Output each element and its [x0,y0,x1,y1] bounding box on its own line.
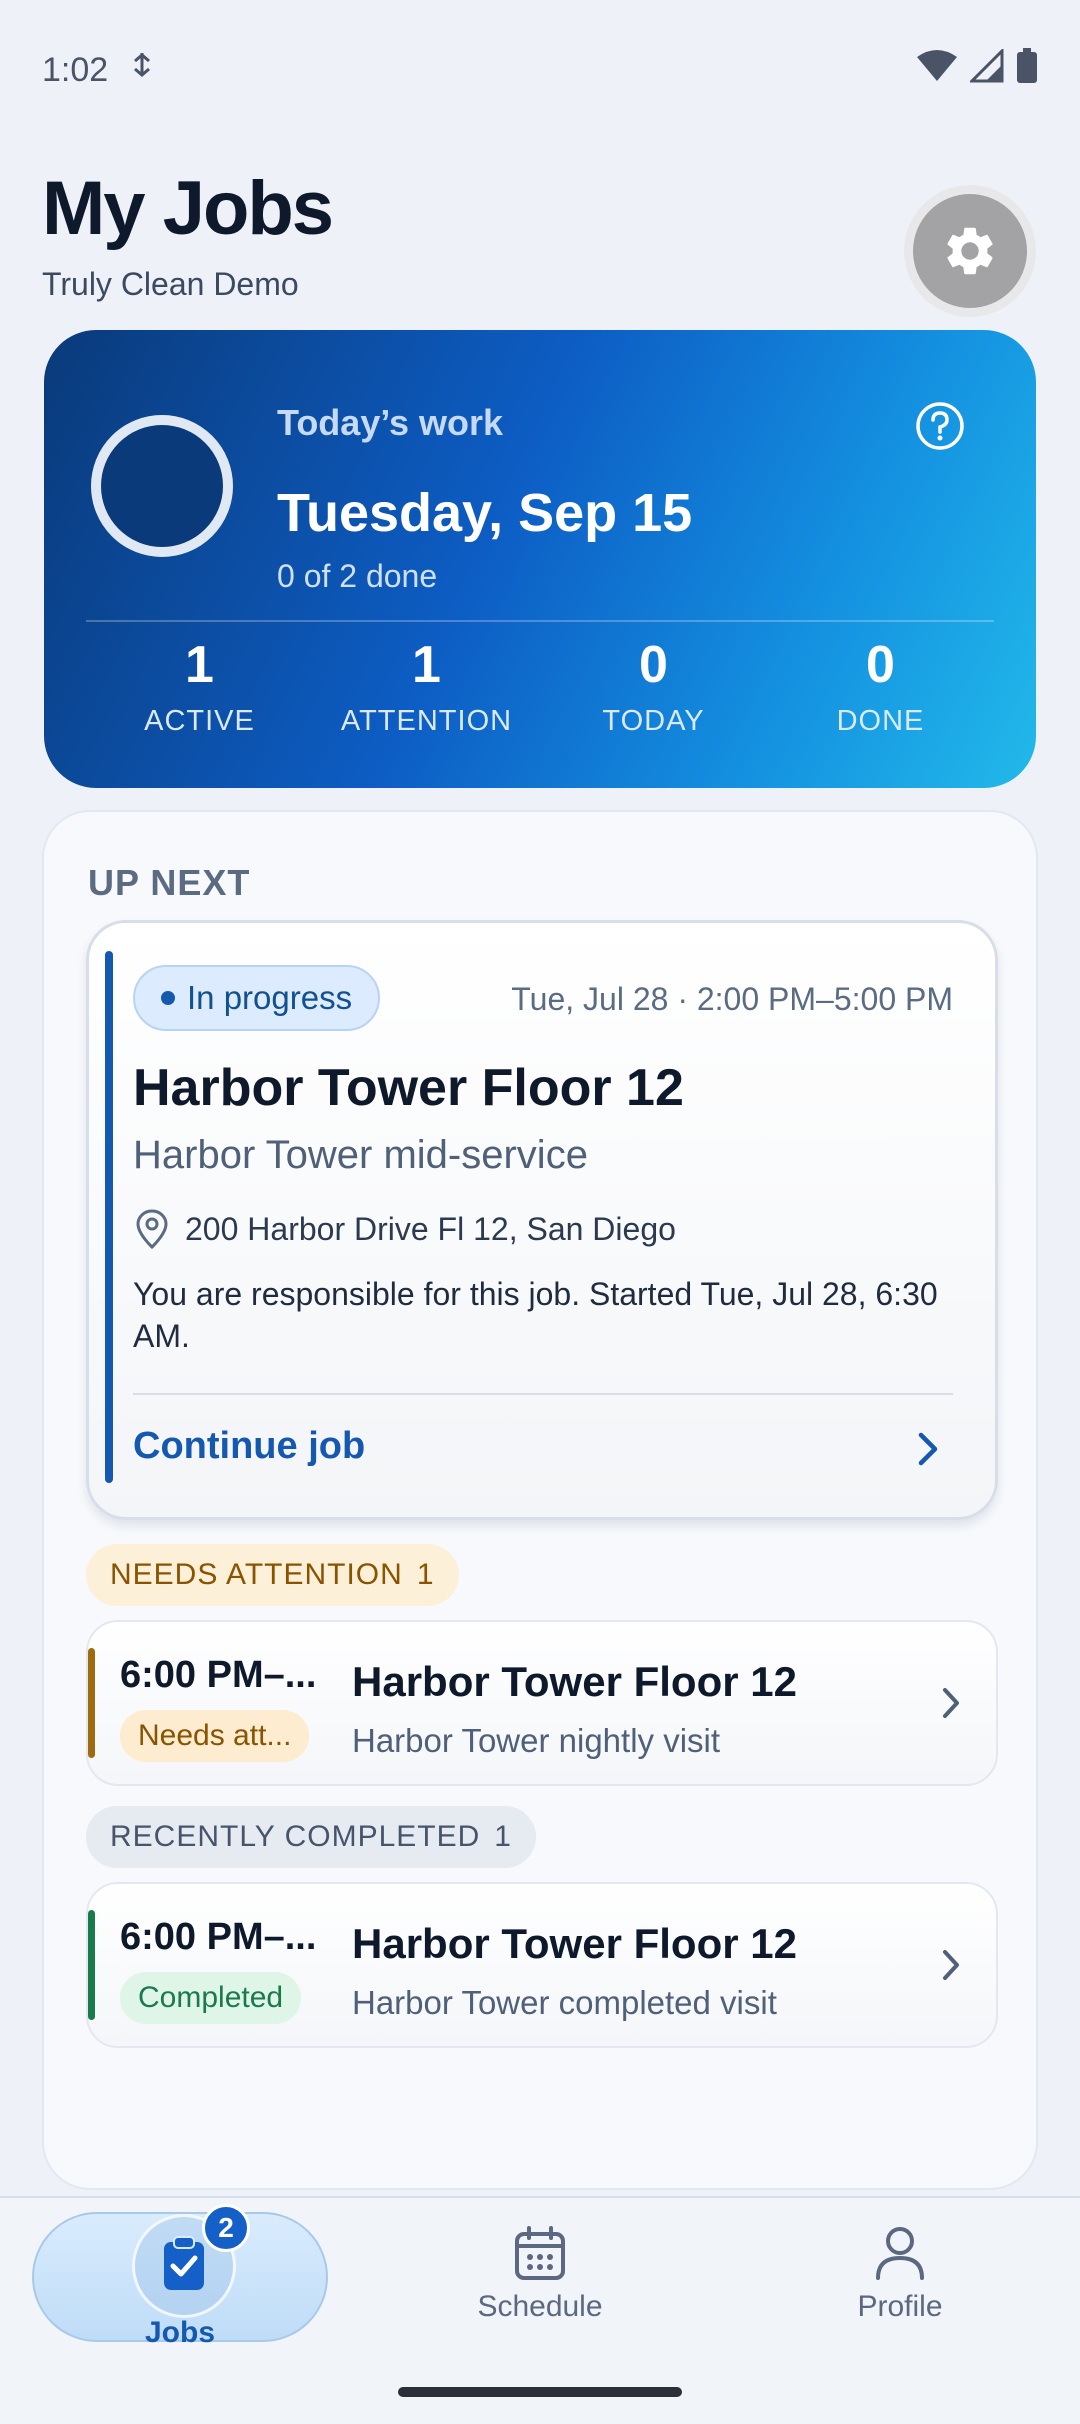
needs-attention-chip: NEEDS ATTENTION 1 [86,1544,459,1606]
stat-active: 1 ACTIVE [86,635,313,738]
up-next-title: UP NEXT [88,862,251,903]
nav-item-profile[interactable]: Profile [780,2224,1020,2324]
status-badge-label: In progress [187,979,353,1016]
jobs-count-badge: 2 [202,2204,250,2252]
completed-badge: Completed [120,1972,302,2024]
row-title: Harbor Tower Floor 12 [352,1920,797,1967]
attention-job-row[interactable]: 6:00 PM–... Needs att... Harbor Tower Fl… [86,1620,998,1786]
status-bar: 1:02 [0,0,1080,140]
stat-label: ACTIVE [144,705,255,737]
status-dot [161,991,175,1005]
stat-value: 1 [412,636,441,694]
today-stats: 1 ACTIVE 1 ATTENTION 0 TODAY 0 DONE [86,635,994,738]
stat-value: 0 [639,636,668,694]
chip-label: RECENTLY COMPLETED [110,1820,481,1853]
usb-debug-icon [130,51,154,90]
home-indicator[interactable] [398,2387,682,2397]
job-note: You are responsible for this job. Starte… [133,1276,938,1354]
up-next-job-card[interactable]: In progress Tue, Jul 28 · 2:00 PM–5:00 P… [86,920,998,1520]
stat-value: 1 [185,636,214,694]
header: My Jobs Truly Clean Demo [42,165,334,303]
stat-today: 0 TODAY [540,635,767,738]
job-address: 200 Harbor Drive Fl 12, San Diego [133,1208,676,1250]
nav-label: Schedule [477,2290,603,2323]
completed-job-row[interactable]: 6:00 PM–... Completed Harbor Tower Floor… [86,1882,998,2048]
row-time: 6:00 PM–... [120,1654,317,1696]
continue-job-button[interactable]: Continue job [133,1425,365,1468]
chevron-right-icon [943,1950,959,1980]
needs-attention-badge: Needs att... [120,1710,310,1762]
job-time: Tue, Jul 28 · 2:00 PM–5:00 PM [511,981,953,1017]
settings-button-inner [913,194,1027,308]
nav-label: Jobs [144,2316,216,2349]
nav-item-schedule[interactable]: Schedule [420,2224,660,2324]
stat-label: ATTENTION [340,705,513,737]
status-time: 1:02 [42,50,109,89]
row-accent-bar [88,1648,95,1758]
wifi-icon [916,49,958,92]
stat-label: DONE [836,705,925,737]
row-time: 6:00 PM–... [120,1916,317,1958]
page-subtitle: Truly Clean Demo [42,266,299,302]
location-pin-icon [136,1209,168,1250]
job-address-text: 200 Harbor Drive Fl 12, San Diego [185,1210,676,1247]
chevron-right-icon[interactable] [913,1429,943,1469]
page-title: My Jobs [42,166,334,251]
job-divider [133,1393,953,1395]
stat-label: TODAY [602,705,705,737]
row-subtitle: Harbor Tower nightly visit [352,1722,721,1759]
todays-date: Tuesday, Sep 15 [277,483,693,543]
todays-work-label: Today’s work [277,402,504,443]
nav-item-jobs[interactable]: 2 Jobs [60,2204,300,2350]
job-accent-bar [105,951,113,1483]
chip-count: 1 [416,1558,435,1591]
chip-count: 1 [494,1820,512,1853]
status-badge: In progress [133,965,381,1031]
row-subtitle: Harbor Tower completed visit [352,1984,777,2021]
stat-done: 0 DONE [767,635,994,738]
clipboard-check-icon [164,2236,204,2290]
battery-icon [1016,47,1038,93]
cell-signal-icon [968,46,1004,92]
today-divider [86,620,994,622]
stat-attention: 1 ATTENTION [313,635,540,738]
stat-value: 0 [866,636,895,694]
job-subtitle: Harbor Tower mid-service [133,1133,588,1177]
progress-ring [91,415,233,557]
calendar-icon [515,2226,565,2280]
gear-icon [947,227,993,275]
jobs-icon-wrap: 2 [132,2204,250,2318]
person-icon [876,2227,924,2280]
row-title: Harbor Tower Floor 12 [352,1658,797,1705]
nav-label: Profile [857,2290,943,2323]
todays-progress-text: 0 of 2 done [277,558,438,594]
jobs-list-panel: UP NEXT In progress Tue, Jul 28 · 2:00 P… [42,810,1038,2190]
recently-completed-chip: RECENTLY COMPLETED 1 [86,1806,536,1868]
chip-label: NEEDS ATTENTION [110,1558,403,1591]
todays-work-card: Today’s work Tuesday, Sep 15 0 of 2 done… [44,330,1036,788]
help-icon[interactable] [914,400,966,457]
chevron-right-icon [943,1688,959,1718]
settings-button[interactable] [904,185,1036,317]
job-title: Harbor Tower Floor 12 [133,1059,684,1117]
row-accent-bar [88,1910,95,2020]
